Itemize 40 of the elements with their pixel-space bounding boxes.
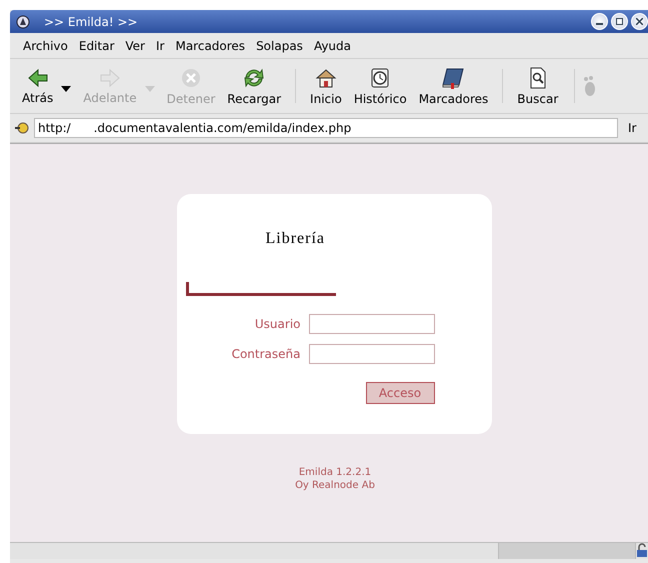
- menu-item[interactable]: Ayuda: [314, 38, 352, 52]
- maximize-icon: [616, 18, 623, 25]
- toolbar-button[interactable]: Histórico: [348, 59, 413, 113]
- right-arrow-icon: [98, 68, 121, 88]
- menu-item[interactable]: Marcadores: [175, 38, 246, 52]
- app-icon[interactable]: [16, 14, 30, 28]
- input-field[interactable]: [308, 314, 434, 334]
- logo-title: Librería: [266, 230, 326, 248]
- menu-item[interactable]: Ir: [156, 38, 164, 52]
- input-field[interactable]: [308, 344, 434, 364]
- menu-item[interactable]: Ver: [125, 38, 145, 52]
- toolbar-button[interactable]: Atrás: [16, 59, 60, 113]
- window-title: >> Emilda! >>: [44, 14, 138, 28]
- stop-icon: [180, 66, 202, 88]
- toolbar-button[interactable]: Marcadores: [412, 59, 494, 113]
- lock-icon: [636, 543, 648, 557]
- maximize-button[interactable]: [611, 13, 628, 30]
- search-icon: [528, 66, 548, 88]
- left-arrow-icon: [26, 68, 49, 88]
- caret-icon[interactable]: [61, 86, 72, 92]
- menu-item[interactable]: Archivo: [23, 38, 68, 52]
- menu-item[interactable]: Editar: [78, 38, 114, 52]
- close-icon: [636, 18, 643, 25]
- toolbar-button[interactable]: Buscar: [511, 59, 564, 113]
- footer-text: Oy Realnode Ab: [295, 479, 375, 492]
- minimize-button[interactable]: [591, 13, 608, 30]
- toolbar-button[interactable]: Recargar: [221, 59, 288, 113]
- go-button[interactable]: Ir: [628, 121, 636, 135]
- reload-icon: [242, 66, 266, 88]
- book-icon: [441, 66, 466, 88]
- site-icon: [14, 122, 30, 134]
- close-button[interactable]: [631, 13, 648, 30]
- menu-item[interactable]: Solapas: [256, 38, 303, 52]
- field-label: Usuario: [254, 317, 300, 331]
- field-label: Contraseña: [232, 347, 300, 361]
- footer-text: Emilda 1.2.2.1: [298, 466, 372, 479]
- clock-icon: [369, 66, 392, 88]
- toolbar-button[interactable]: Inicio: [304, 59, 348, 113]
- address-field[interactable]: http:/ .documentavalentia.com/emilda/index.php: [34, 118, 618, 138]
- home-icon: [314, 66, 337, 88]
